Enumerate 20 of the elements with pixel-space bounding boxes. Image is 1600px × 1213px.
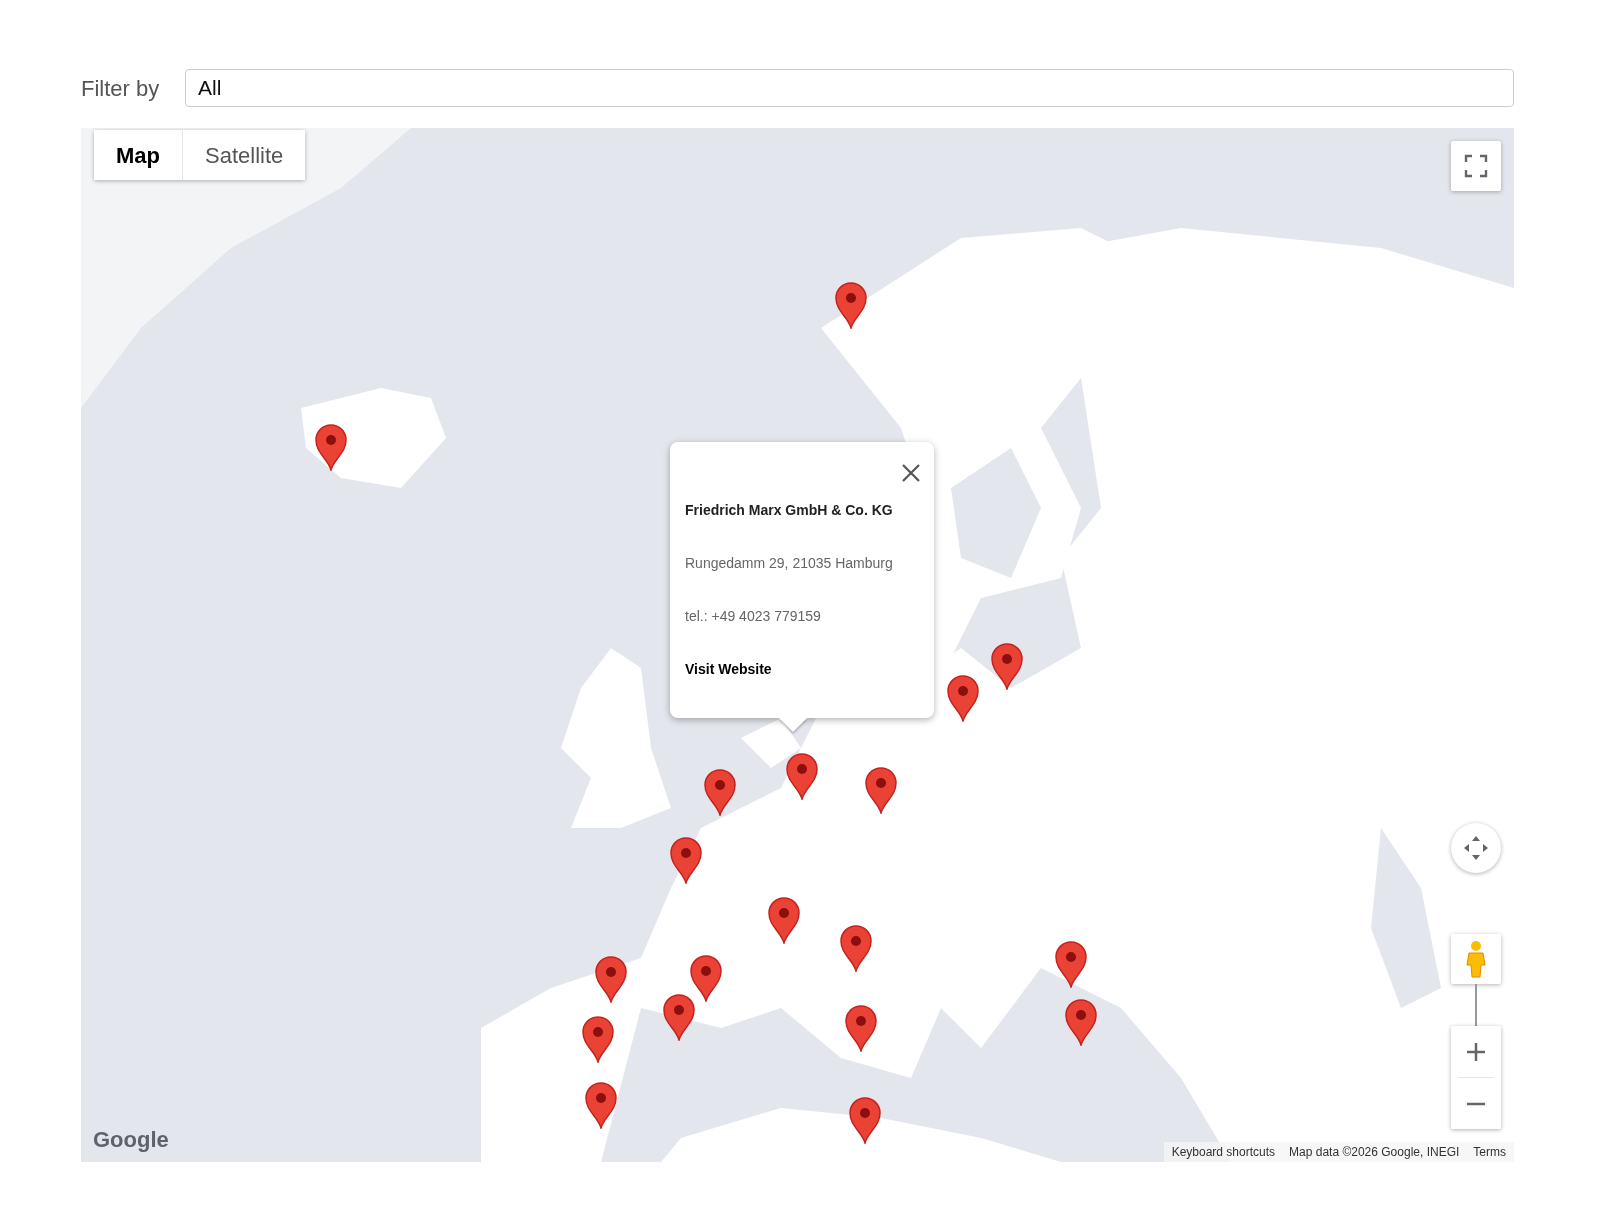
zoom-in-button[interactable] <box>1451 1026 1501 1077</box>
filter-label: Filter by <box>81 74 161 103</box>
map-type-tab[interactable]: Map <box>94 130 182 180</box>
pegman-icon <box>1465 940 1487 978</box>
website-link[interactable]: Visit Website <box>685 659 772 680</box>
footer-link[interactable]: Map data ©2026 Google, INEGI <box>1289 1143 1460 1161</box>
phone-text: tel.: +49 4023 779159 <box>685 607 822 626</box>
address-text: Rungedamm 29, 21035 Hamburg <box>685 554 894 573</box>
marker-icon[interactable] <box>582 1080 620 1129</box>
google-logo: Google <box>93 1126 169 1154</box>
footer-link[interactable]: Terms <box>1473 1143 1506 1161</box>
map-type-tab[interactable]: Satellite <box>182 130 306 180</box>
plus-icon <box>1466 1041 1486 1062</box>
marker-icon[interactable] <box>832 280 870 329</box>
minus-icon <box>1466 1101 1486 1106</box>
footer-link[interactable]: Keyboard shortcuts <box>1171 1143 1276 1161</box>
company-name: Friedrich Marx GmbH & Co. KG <box>685 501 894 520</box>
fullscreen-button[interactable] <box>1451 141 1501 191</box>
filter-field[interactable]: All <box>185 69 1514 107</box>
fullscreen-icon <box>1464 154 1488 178</box>
